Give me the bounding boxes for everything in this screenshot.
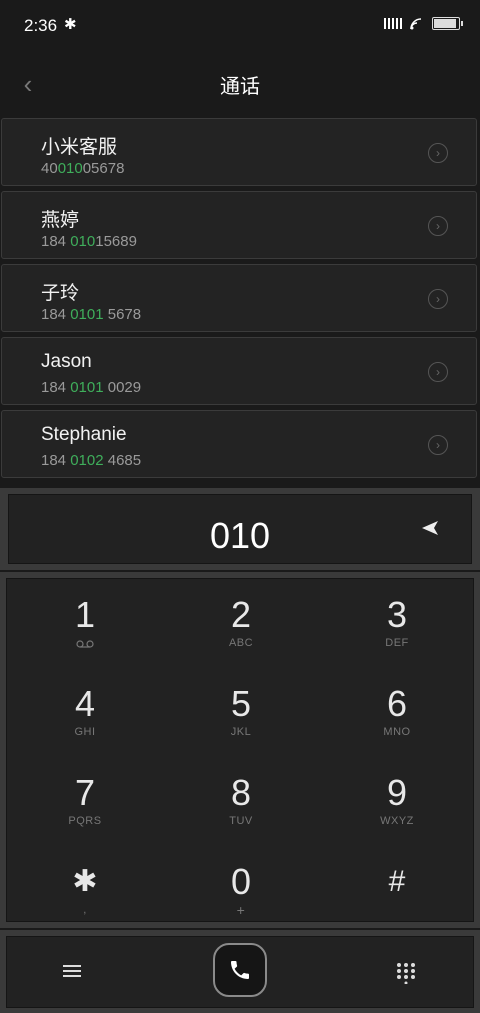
list-item[interactable]: 子玲 184 0101 5678 › [1, 264, 477, 332]
phone-icon [231, 961, 249, 979]
page-title: 通话 [220, 76, 260, 98]
menu-icon[interactable] [63, 962, 85, 982]
key-letters: TUV [229, 815, 253, 827]
key-letters: ABC [228, 637, 254, 649]
contact-number: 4001005678 [41, 160, 125, 177]
key-letters: MNO [383, 726, 411, 738]
key-hash[interactable]: # [319, 846, 475, 934]
key-digit: 5 [230, 683, 252, 724]
key-digit: 8 [230, 772, 252, 813]
list-item[interactable]: Jason 184 0101 0029 › [1, 337, 477, 405]
signal-icon [384, 18, 402, 29]
key-letters: GHI [74, 726, 96, 738]
bottom-bar-frame [0, 930, 480, 1013]
contact-number: 184 0101 0029 [41, 379, 142, 396]
chevron-right-icon[interactable]: › [428, 435, 448, 455]
key-9[interactable]: 9 WXYZ [319, 757, 475, 845]
contact-name: 小米客服 [41, 137, 118, 158]
dial-input-text: 010 [209, 515, 271, 556]
key-8[interactable]: 8 TUV [163, 757, 319, 845]
status-icons [384, 17, 463, 30]
contact-name: 子玲 [41, 283, 80, 304]
contact-name: Stephanie [41, 424, 127, 445]
call-button[interactable] [213, 943, 267, 997]
chevron-right-icon[interactable]: › [428, 362, 448, 382]
contact-name: Jason [41, 351, 92, 372]
key-6[interactable]: 6 MNO [319, 668, 475, 756]
contact-name: 燕婷 [41, 210, 80, 231]
list-item[interactable]: Stephanie 184 0102 4685 › [1, 410, 477, 478]
key-letters: JKL [230, 726, 252, 738]
key-digit: 3 [386, 594, 408, 635]
dial-input-frame: 010 [0, 488, 480, 570]
status-bar: 2:36 ✱ [0, 0, 480, 52]
keypad: 1 2 ABC 3 DEF 4 GHI 5 JKL 6 MNO 7 PQRS 8… [6, 578, 474, 922]
key-digit: 1 [74, 594, 96, 635]
voicemail-icon [76, 640, 94, 648]
dial-input-box[interactable]: 010 [8, 494, 472, 564]
keypad-frame: 1 2 ABC 3 DEF 4 GHI 5 JKL 6 MNO 7 PQRS 8… [0, 572, 480, 928]
key-digit: 6 [386, 683, 408, 724]
contact-number: 184 0101 5678 [41, 306, 142, 323]
key-digit: 0 [230, 861, 252, 902]
header: ‹ 通话 [0, 52, 480, 116]
key-digit: 7 [74, 772, 96, 813]
bottom-action-bar [6, 936, 474, 1008]
list-item[interactable]: 小米客服 4001005678 › [1, 118, 477, 186]
key-digit: 2 [230, 594, 252, 635]
dialpad-icon[interactable] [395, 962, 417, 984]
key-digit: # [388, 865, 406, 898]
key-0[interactable]: 0 + [163, 846, 319, 934]
contact-number: 184 01015689 [41, 233, 137, 250]
key-5[interactable]: 5 JKL [163, 668, 319, 756]
key-1[interactable]: 1 [7, 579, 163, 667]
key-letters: + [236, 902, 246, 918]
key-digit: 9 [386, 772, 408, 813]
chevron-right-icon[interactable]: › [428, 289, 448, 309]
key-star[interactable]: ✱ , [7, 846, 163, 934]
key-7[interactable]: 7 PQRS [7, 757, 163, 845]
key-letters: WXYZ [380, 815, 414, 827]
backspace-icon[interactable] [419, 517, 441, 539]
chevron-right-icon[interactable]: › [428, 143, 448, 163]
key-letters: DEF [385, 637, 409, 649]
list-item[interactable]: 燕婷 184 01015689 › [1, 191, 477, 259]
key-letters: PQRS [68, 815, 102, 827]
key-letters: , [83, 904, 87, 916]
key-4[interactable]: 4 GHI [7, 668, 163, 756]
chevron-right-icon[interactable]: › [428, 216, 448, 236]
battery-icon [432, 17, 463, 30]
key-2[interactable]: 2 ABC [163, 579, 319, 667]
contact-number: 184 0102 4685 [41, 452, 142, 469]
key-digit: 4 [74, 683, 96, 724]
key-3[interactable]: 3 DEF [319, 579, 475, 667]
status-time: 2:36 [24, 16, 58, 35]
key-digit: ✱ [72, 865, 98, 898]
wifi-icon [410, 17, 422, 29]
bluetooth-icon: ✱ [64, 16, 77, 33]
